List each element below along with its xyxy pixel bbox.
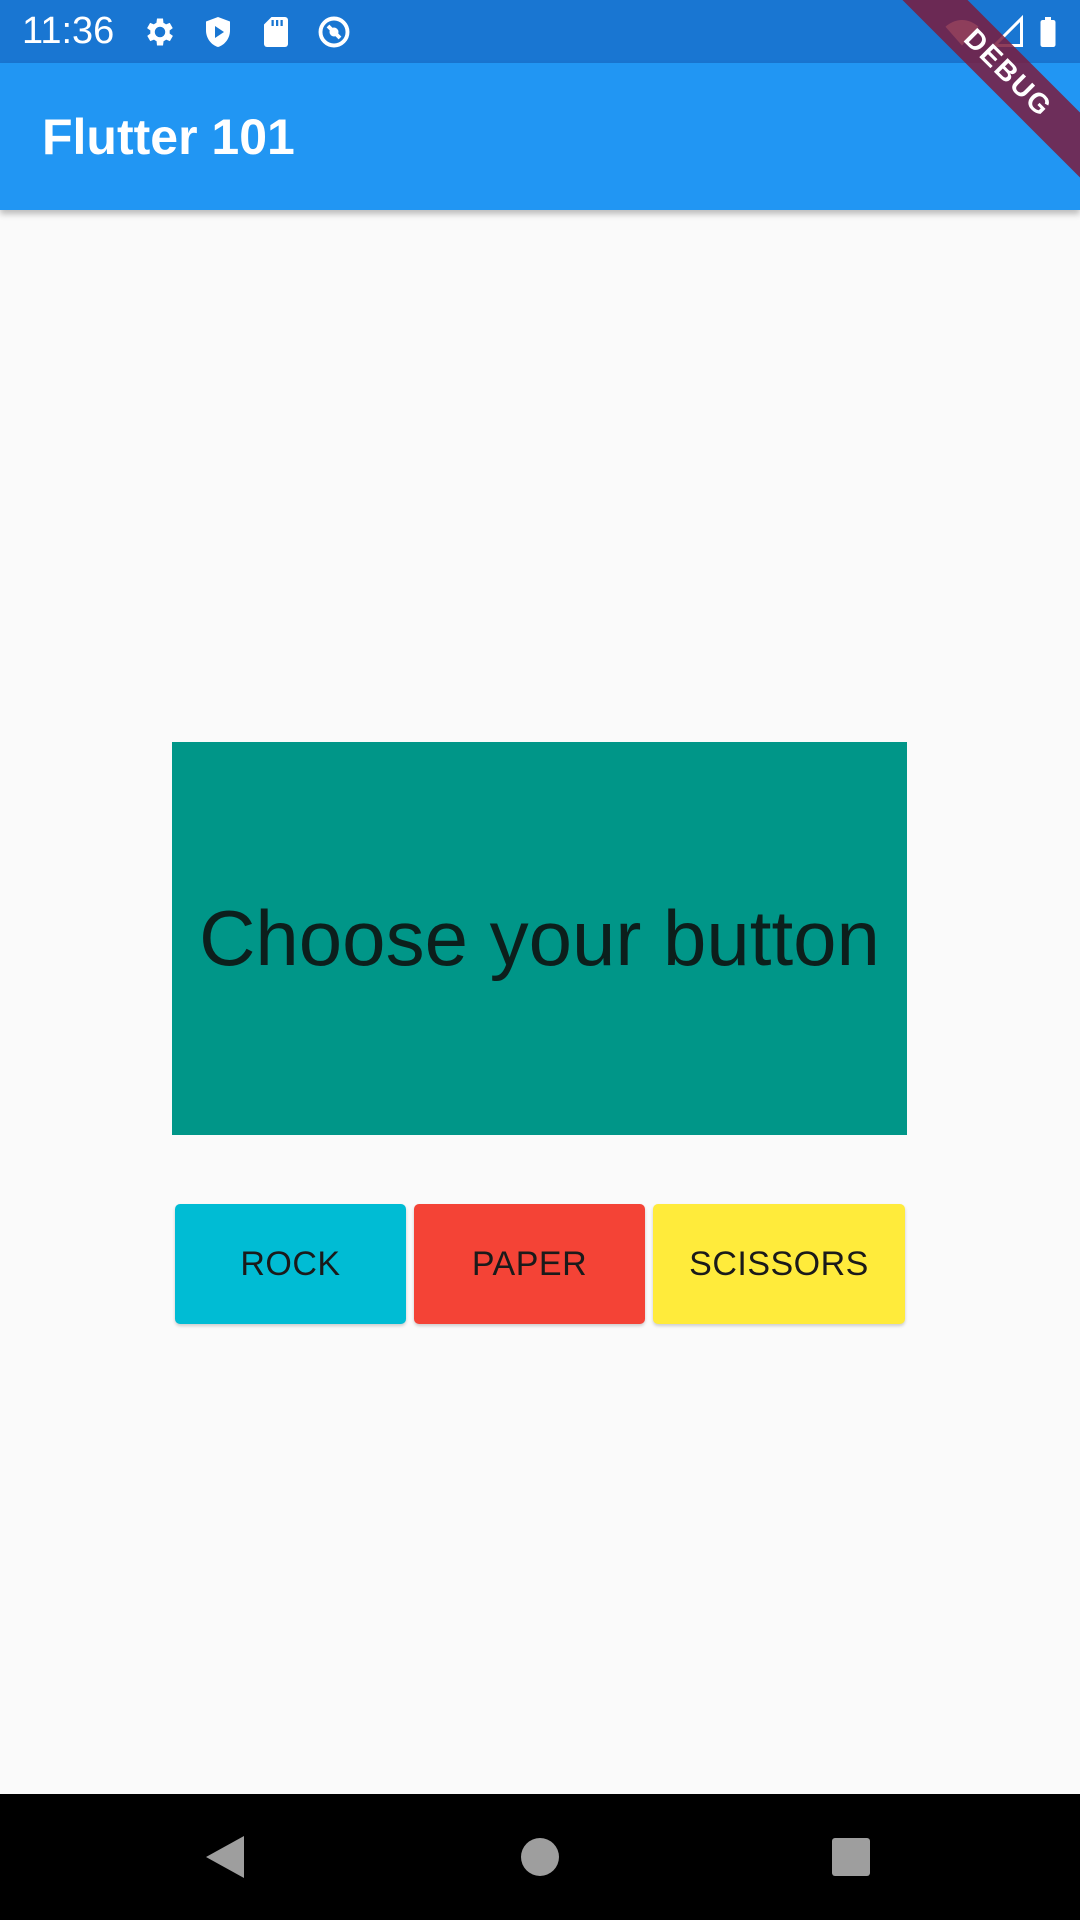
navigation-bar bbox=[0, 1794, 1080, 1920]
shield-play-icon bbox=[200, 14, 236, 50]
settings-icon bbox=[142, 14, 178, 50]
result-panel: Choose your button bbox=[172, 742, 907, 1135]
app-screen: 11:36 Flutter 101 DEBUG Choose your butt… bbox=[0, 0, 1080, 1920]
rock-button[interactable]: ROCK bbox=[175, 1204, 406, 1324]
result-text: Choose your button bbox=[199, 894, 880, 982]
sync-icon bbox=[316, 14, 352, 50]
recents-icon[interactable] bbox=[818, 1824, 884, 1890]
battery-icon bbox=[1030, 14, 1066, 50]
back-icon[interactable] bbox=[192, 1824, 258, 1890]
sd-card-icon bbox=[258, 14, 294, 50]
paper-button[interactable]: PAPER bbox=[414, 1204, 645, 1324]
app-title: Flutter 101 bbox=[42, 109, 295, 165]
status-time: 11:36 bbox=[22, 10, 115, 52]
scissors-button[interactable]: SCISSORS bbox=[653, 1204, 905, 1324]
home-icon[interactable] bbox=[507, 1824, 573, 1890]
app-bar: Flutter 101 bbox=[0, 63, 1080, 210]
